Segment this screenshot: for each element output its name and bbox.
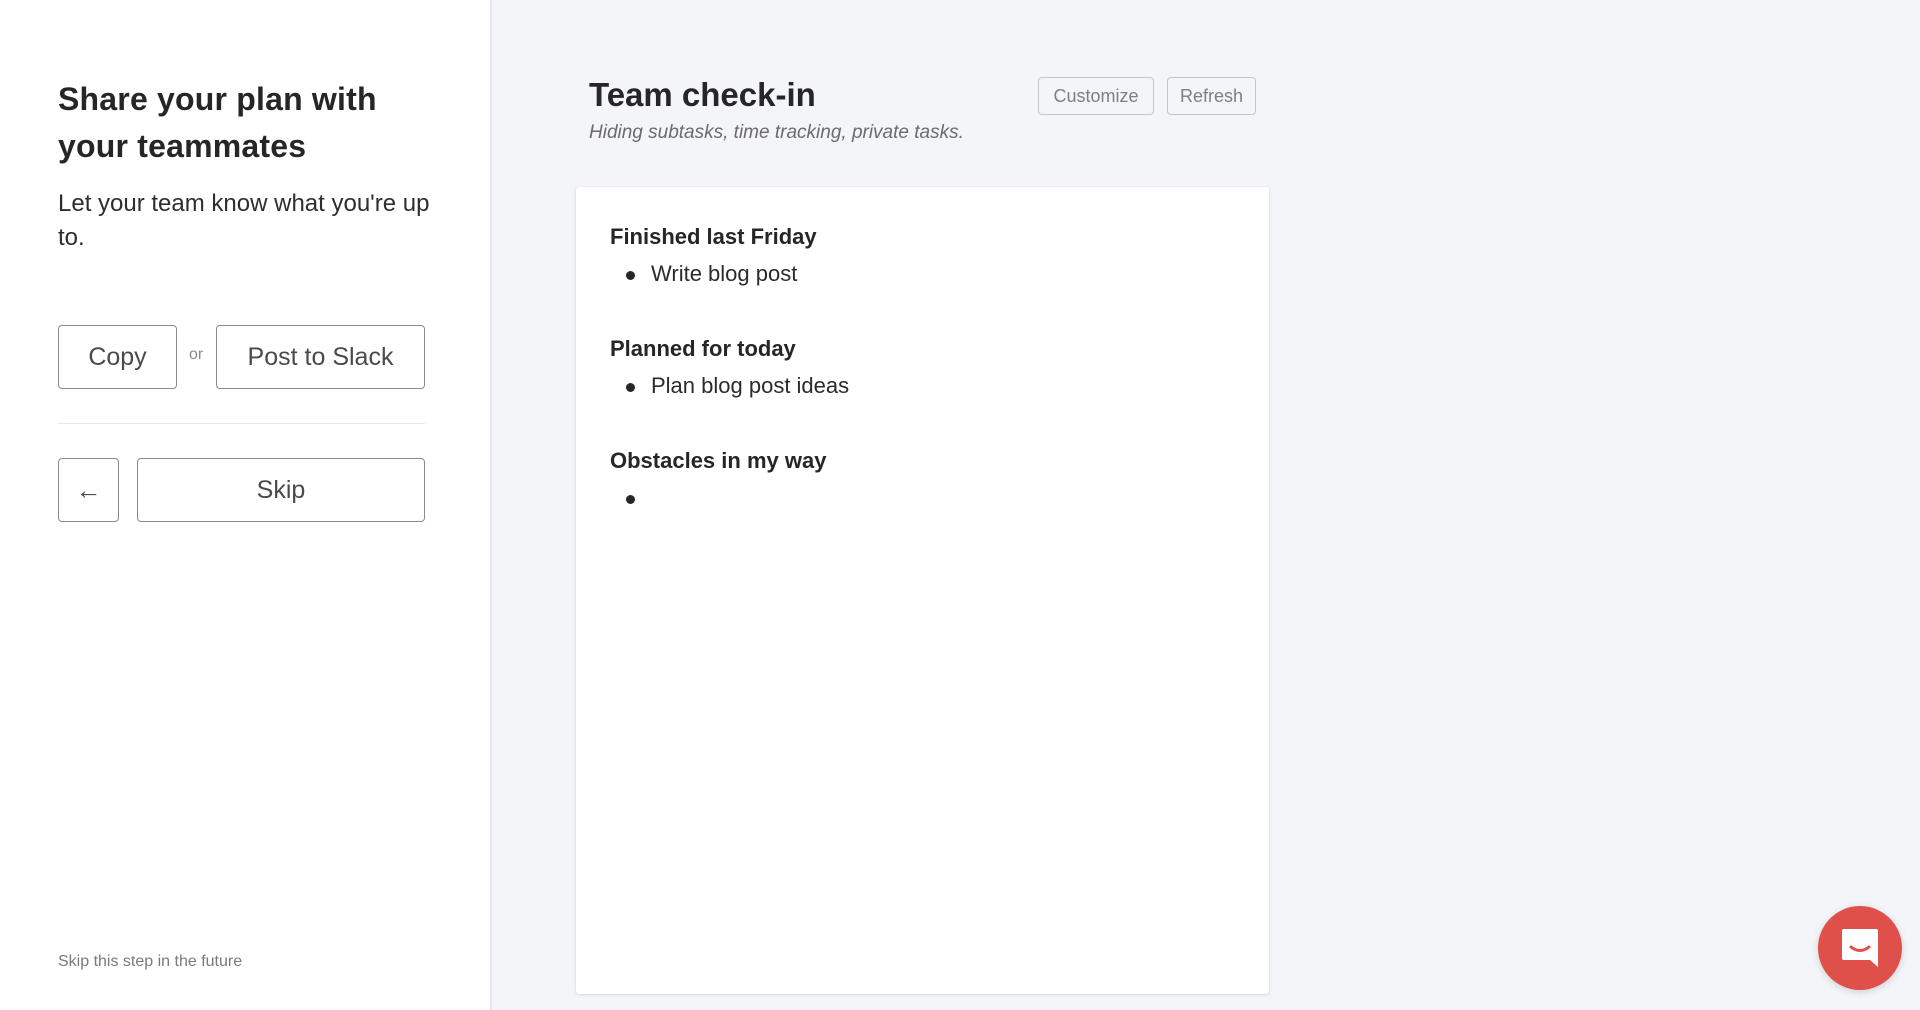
- arrow-left-icon: ←: [75, 474, 102, 505]
- bullet-icon: [626, 271, 635, 280]
- bullet-icon: [626, 495, 635, 504]
- list-item-text: Write blog post: [651, 261, 798, 286]
- section-heading: Planned for today: [610, 336, 796, 361]
- panel-title: Share your plan with your teammates: [58, 81, 377, 164]
- task-list: [610, 483, 826, 513]
- list-item[interactable]: Write blog post: [610, 259, 817, 289]
- chat-bubble-icon: [1842, 929, 1878, 967]
- skip-step-in-future-link[interactable]: Skip this step in the future: [58, 953, 242, 971]
- filter-note: Hiding subtasks, time tracking, private …: [589, 122, 964, 143]
- chat-launcher-button[interactable]: [1818, 906, 1902, 990]
- skip-button[interactable]: Skip: [137, 458, 425, 522]
- check-in-card[interactable]: Finished last Friday Write blog post Pla…: [576, 187, 1269, 994]
- bullet-icon: [626, 383, 635, 392]
- section-finished: Finished last Friday Write blog post: [610, 222, 817, 289]
- copy-button[interactable]: Copy: [58, 325, 177, 389]
- section-obstacles: Obstacles in my way: [610, 446, 826, 513]
- list-item[interactable]: Plan blog post ideas: [610, 371, 849, 401]
- divider: [58, 423, 425, 424]
- back-button[interactable]: ←: [58, 458, 119, 522]
- refresh-button[interactable]: Refresh: [1167, 77, 1256, 115]
- list-item[interactable]: [610, 483, 826, 513]
- task-list: Plan blog post ideas: [610, 371, 849, 401]
- customize-button[interactable]: Customize: [1038, 77, 1154, 115]
- list-item-text: Plan blog post ideas: [651, 373, 850, 398]
- left-panel: Share your plan with your teammates Let …: [0, 0, 492, 1010]
- or-separator: or: [189, 346, 204, 363]
- section-planned: Planned for today Plan blog post ideas: [610, 334, 849, 401]
- section-heading: Finished last Friday: [610, 224, 817, 249]
- task-list: Write blog post: [610, 259, 817, 289]
- section-heading: Obstacles in my way: [610, 448, 827, 473]
- post-to-slack-button[interactable]: Post to Slack: [216, 325, 425, 389]
- panel-subtitle: Let your team know what you're up to.: [58, 190, 430, 251]
- page-title: Team check-in: [589, 76, 816, 113]
